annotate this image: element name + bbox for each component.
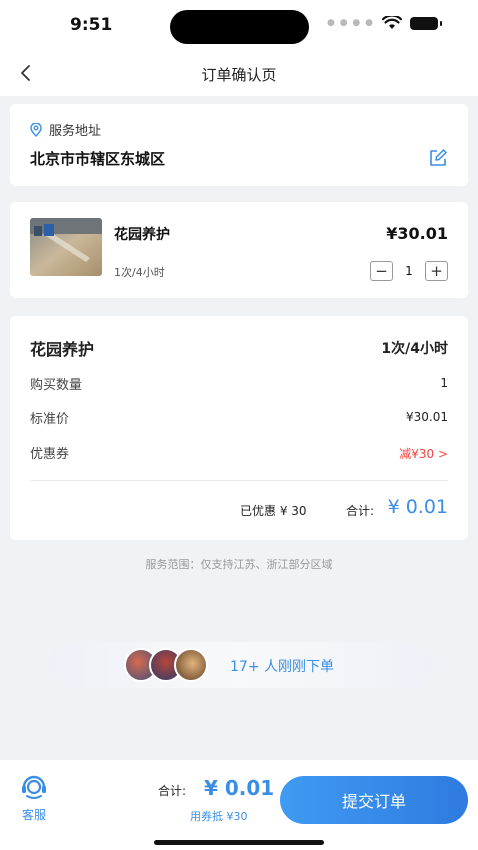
signal-icon: ● ● ● ● — [327, 18, 374, 28]
status-bar: 9:51 ● ● ● ● — [0, 0, 478, 50]
total-label: 合计: — [346, 504, 375, 518]
coupon-selector[interactable]: 减¥30 > — [399, 445, 448, 462]
product-name: 花园养护 — [114, 227, 170, 243]
recent-buyers-text: 17+ 人刚刚下单 — [230, 659, 334, 675]
order-summary-card: 花园养护 1次/4小时 购买数量 1 标准价 ¥30.01 优惠券 减¥30 >… — [10, 316, 468, 540]
quantity-label: 购买数量 — [30, 378, 83, 393]
address-label-row: 服务地址 — [30, 120, 101, 139]
nav-bar: 订单确认页 — [0, 50, 478, 96]
recent-buyers-banner: 17+ 人刚刚下单 — [48, 642, 432, 688]
bottom-total-label: 合计: — [158, 784, 187, 798]
address-value: 北京市市辖区东城区 — [30, 150, 166, 168]
quantity-stepper: − 1 + — [370, 261, 448, 281]
increase-quantity-button[interactable]: + — [425, 261, 448, 281]
quantity-summary-value: 1 — [440, 376, 448, 390]
product-thumbnail — [30, 218, 102, 276]
decrease-quantity-button[interactable]: − — [370, 261, 393, 281]
divider — [30, 480, 448, 481]
customer-service-label: 客服 — [21, 808, 46, 822]
coupon-used-note: 用券抵 ¥30 — [190, 810, 248, 823]
submit-order-button[interactable]: 提交订单 — [280, 776, 468, 824]
coupon-label: 优惠券 — [30, 447, 70, 462]
battery-icon — [410, 16, 442, 30]
customer-service-button[interactable]: 客服 — [14, 772, 54, 834]
summary-title: 花园养护 — [30, 340, 95, 359]
status-time: 9:51 — [70, 15, 113, 35]
avatar — [174, 648, 208, 682]
wifi-icon — [382, 16, 402, 29]
location-icon — [30, 122, 42, 137]
page-title: 订单确认页 — [201, 66, 277, 84]
edit-address-button[interactable] — [428, 148, 450, 170]
quantity-value: 1 — [405, 264, 413, 278]
customer-service-icon — [22, 775, 46, 799]
product-card: 花园养护 1次/4小时 ¥30.01 − 1 + — [10, 202, 468, 298]
plus-icon: + — [430, 262, 443, 280]
dynamic-island — [170, 10, 309, 44]
minus-icon: − — [375, 262, 388, 280]
bottom-bar: 客服 合计: ¥ 0.01 用券抵 ¥30 提交订单 — [0, 760, 478, 850]
total-amount: ¥ 0.01 — [387, 496, 448, 518]
standard-price-value: ¥30.01 — [406, 410, 448, 424]
edit-icon — [430, 149, 447, 166]
discount-saved: 已优惠 ¥ 30 — [240, 504, 307, 518]
home-indicator — [154, 840, 324, 845]
product-spec: 1次/4小时 — [114, 266, 165, 279]
summary-spec: 1次/4小时 — [381, 341, 448, 357]
standard-price-label: 标准价 — [30, 412, 70, 427]
product-price: ¥30.01 — [386, 224, 448, 243]
buyer-avatars — [124, 648, 208, 682]
status-icons: ● ● ● ● — [327, 16, 442, 30]
address-card: 服务地址 北京市市辖区东城区 — [10, 104, 468, 186]
address-label: 服务地址 — [49, 124, 102, 139]
bottom-total-amount: ¥ 0.01 — [204, 776, 275, 800]
service-range-note: 服务范围：仅支持江苏、浙江部分区域 — [145, 558, 333, 571]
